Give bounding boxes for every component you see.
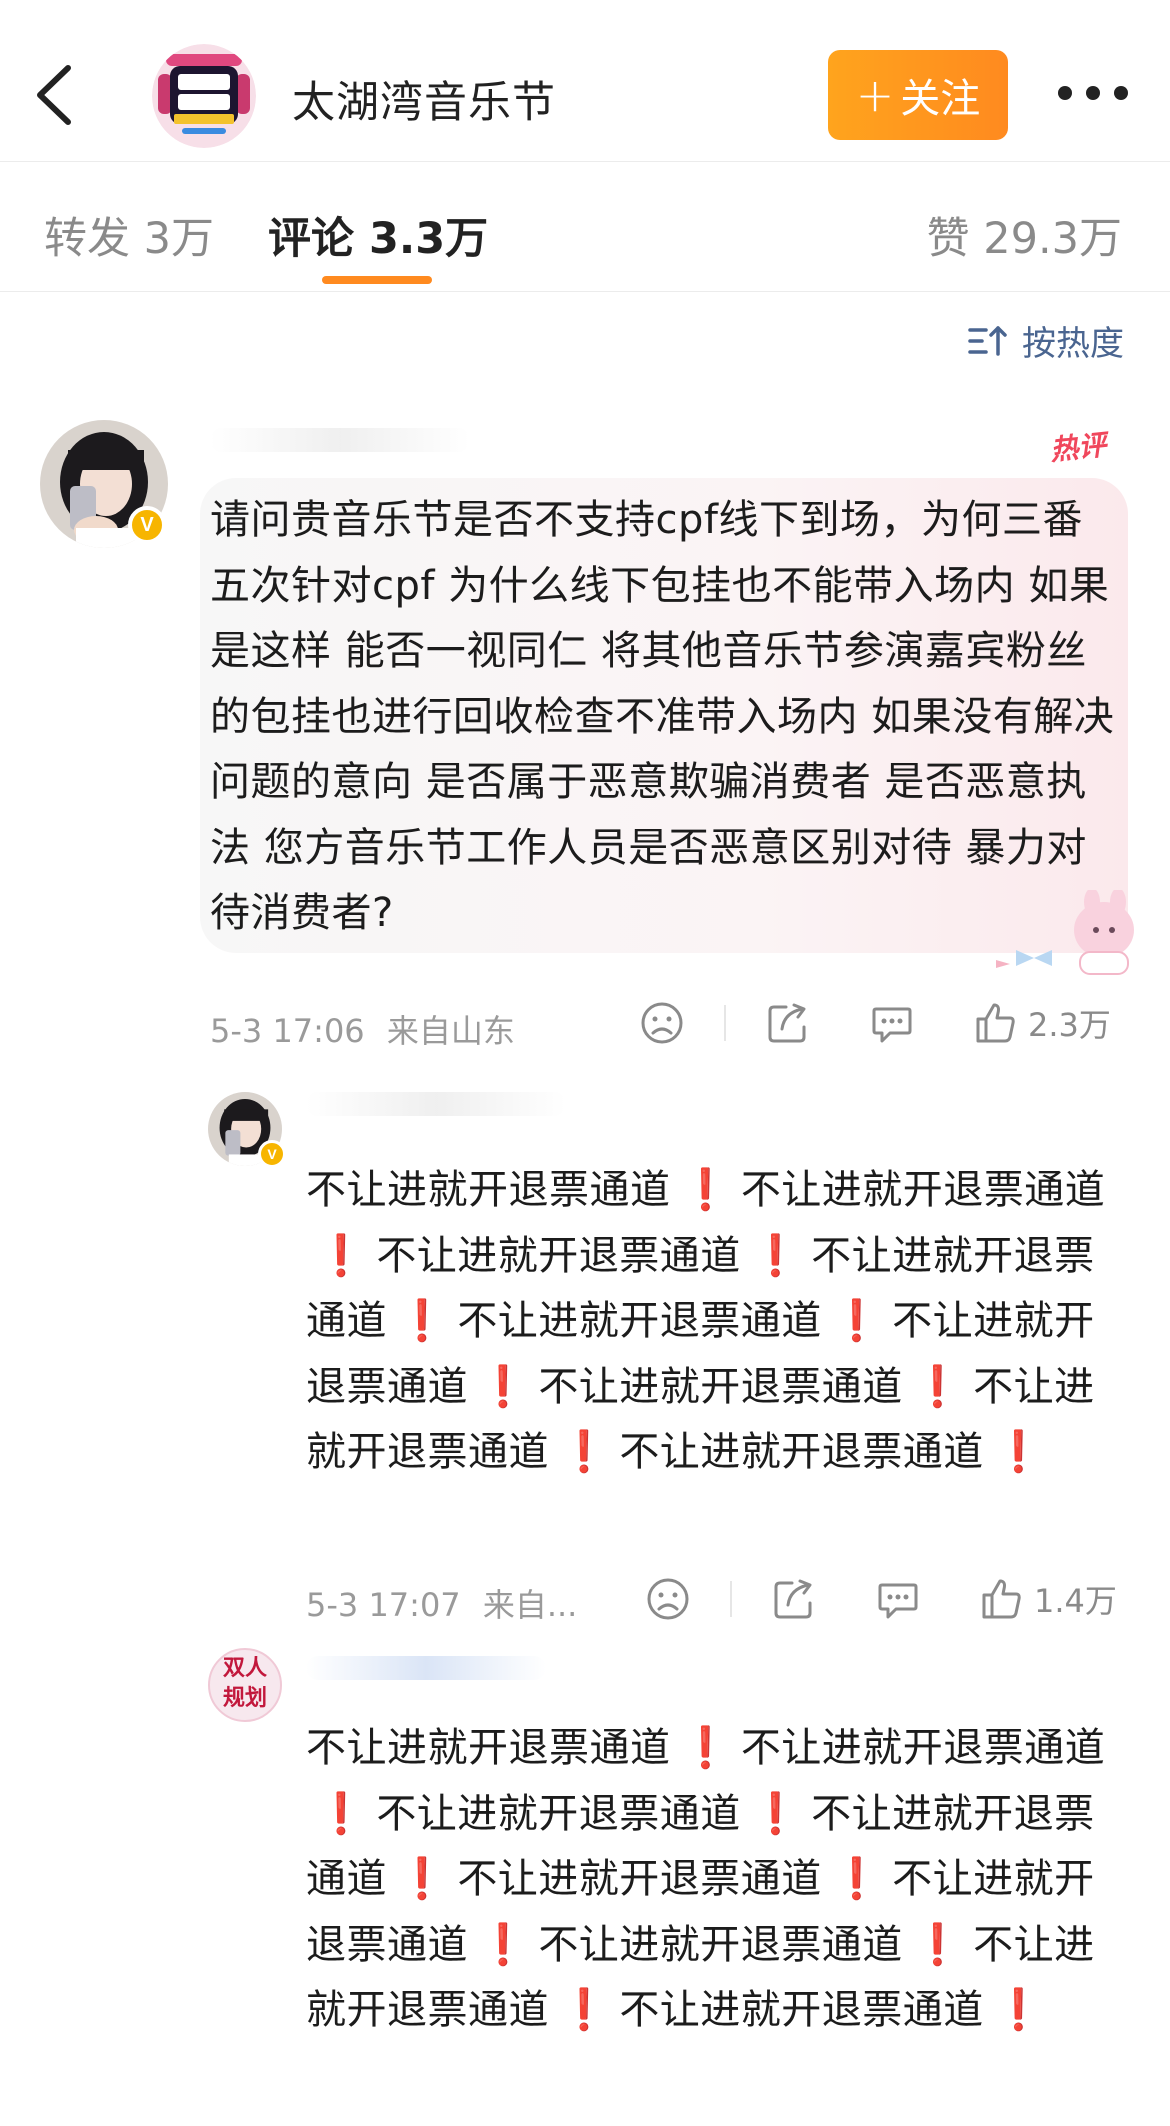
reply-button[interactable] xyxy=(876,1577,920,1621)
exclamation-icon: ❗ xyxy=(397,1298,448,1344)
reply-button[interactable] xyxy=(870,1001,914,1045)
exclamation-icon: ❗ xyxy=(912,1921,964,1968)
share-icon xyxy=(768,1003,806,1043)
sad-face-icon xyxy=(647,1578,689,1620)
tab-likes[interactable]: 赞 29.3万 xyxy=(927,204,1122,266)
exclamation-icon: ❗ xyxy=(478,1921,529,1968)
exclamation-icon: ❗ xyxy=(750,1232,802,1279)
exclamation-icon: ❗ xyxy=(316,1232,367,1279)
exclamation-icon: ❗ xyxy=(316,1790,367,1837)
sort-label: 按热度 xyxy=(1022,324,1124,364)
comment-meta: 5-3 17:06 来自山东 xyxy=(210,1006,515,1052)
share-icon xyxy=(774,1579,812,1619)
reply-text: 不让进就开退票通道 ❗ 不让进就开退票通道❗ 不让进就开退票通道 ❗ 不让进就开退票通道 ❗… xyxy=(306,1716,1126,2044)
comment-time: 5-3 17:06 xyxy=(210,1012,365,1050)
reply-actions: 1.4万 xyxy=(646,1576,1117,1622)
festival-logo-avatar[interactable] xyxy=(152,44,256,148)
exclamation-icon: ❗ xyxy=(478,1363,529,1410)
hot-comment-tag: 热评 xyxy=(1048,428,1108,467)
reply-location: 来自... xyxy=(482,1586,578,1624)
tab-bar: 转发 3万 评论 3.3万 赞 29.3万 xyxy=(0,162,1170,292)
reply-time: 5-3 17:07 xyxy=(306,1586,461,1624)
like-button[interactable]: 2.3万 xyxy=(974,1000,1111,1046)
exclamation-icon: ❗ xyxy=(750,1790,802,1837)
exclamation-icon: ❗ xyxy=(559,1987,610,2033)
verified-badge-icon: V xyxy=(258,1140,286,1168)
chevron-left-icon xyxy=(37,65,71,125)
dot-icon xyxy=(1114,86,1128,100)
like-button[interactable]: 1.4万 xyxy=(980,1576,1117,1622)
avatar[interactable]: 双人 规划 xyxy=(208,1648,282,1722)
share-button[interactable] xyxy=(766,1001,810,1045)
comment-actions: 2.3万 xyxy=(640,1000,1111,1046)
dislike-button[interactable] xyxy=(640,1001,684,1045)
dot-icon xyxy=(1058,86,1072,100)
tab-comments[interactable]: 评论 3.3万 xyxy=(268,204,488,266)
exclamation-icon: ❗ xyxy=(993,1429,1045,1475)
sad-face-icon xyxy=(641,1002,683,1044)
comment-icon xyxy=(878,1583,918,1619)
account-name[interactable]: 太湖湾音乐节 xyxy=(292,68,556,130)
follow-label: 关注 xyxy=(900,76,981,122)
exclamation-icon: ❗ xyxy=(831,1856,883,1902)
comment-icon xyxy=(872,1007,912,1043)
verified-badge-icon: V xyxy=(128,506,166,544)
exclamation-icon: ❗ xyxy=(680,1725,731,1771)
bunny-sticker-icon xyxy=(996,890,1134,975)
username-blurred[interactable] xyxy=(306,1092,566,1116)
sort-icon xyxy=(968,325,1007,356)
exclamation-icon: ❗ xyxy=(993,1987,1045,2033)
share-button[interactable] xyxy=(772,1577,816,1621)
dislike-button[interactable] xyxy=(646,1577,690,1621)
username-blurred[interactable] xyxy=(306,1656,546,1680)
back-button[interactable] xyxy=(30,60,80,130)
plus-icon: + xyxy=(855,68,895,122)
exclamation-icon: ❗ xyxy=(680,1167,731,1213)
avatar-text: 双人 xyxy=(222,1656,267,1681)
divider xyxy=(730,1581,732,1617)
sort-by-hot-button[interactable]: 按热度 xyxy=(968,316,1124,365)
username-blurred[interactable] xyxy=(210,428,470,452)
like-count: 1.4万 xyxy=(1034,1582,1117,1620)
follow-button[interactable]: + 关注 xyxy=(828,50,1008,140)
exclamation-icon: ❗ xyxy=(912,1363,964,1410)
festival-logo xyxy=(152,44,256,148)
reply-meta: 5-3 17:07 来自... xyxy=(306,1580,577,1626)
thumbs-up-icon xyxy=(982,1579,1021,1619)
divider xyxy=(724,1005,726,1041)
like-count: 2.3万 xyxy=(1028,1006,1111,1044)
thumbs-up-icon xyxy=(976,1003,1015,1043)
reply-text: 不让进就开退票通道 ❗ 不让进就开退票通道❗ 不让进就开退票通道 ❗ 不让进就开退票通道 ❗… xyxy=(306,1158,1126,1486)
active-tab-indicator xyxy=(322,276,432,284)
exclamation-icon: ❗ xyxy=(559,1429,610,1475)
top-bar: 太湖湾音乐节 + 关注 xyxy=(0,0,1170,162)
exclamation-icon: ❗ xyxy=(397,1856,448,1902)
exclamation-icon: ❗ xyxy=(831,1298,883,1344)
tab-repost[interactable]: 转发 3万 xyxy=(44,204,214,266)
comment-text: 请问贵音乐节是否不支持cpf线下到场，为何三番五次针对cpf 为什么线下包挂也不… xyxy=(210,497,1115,936)
avatar-text: 规划 xyxy=(222,1686,267,1711)
dot-icon xyxy=(1086,86,1100,100)
more-options-button[interactable] xyxy=(1058,86,1128,106)
comment-location: 来自山东 xyxy=(386,1012,515,1050)
